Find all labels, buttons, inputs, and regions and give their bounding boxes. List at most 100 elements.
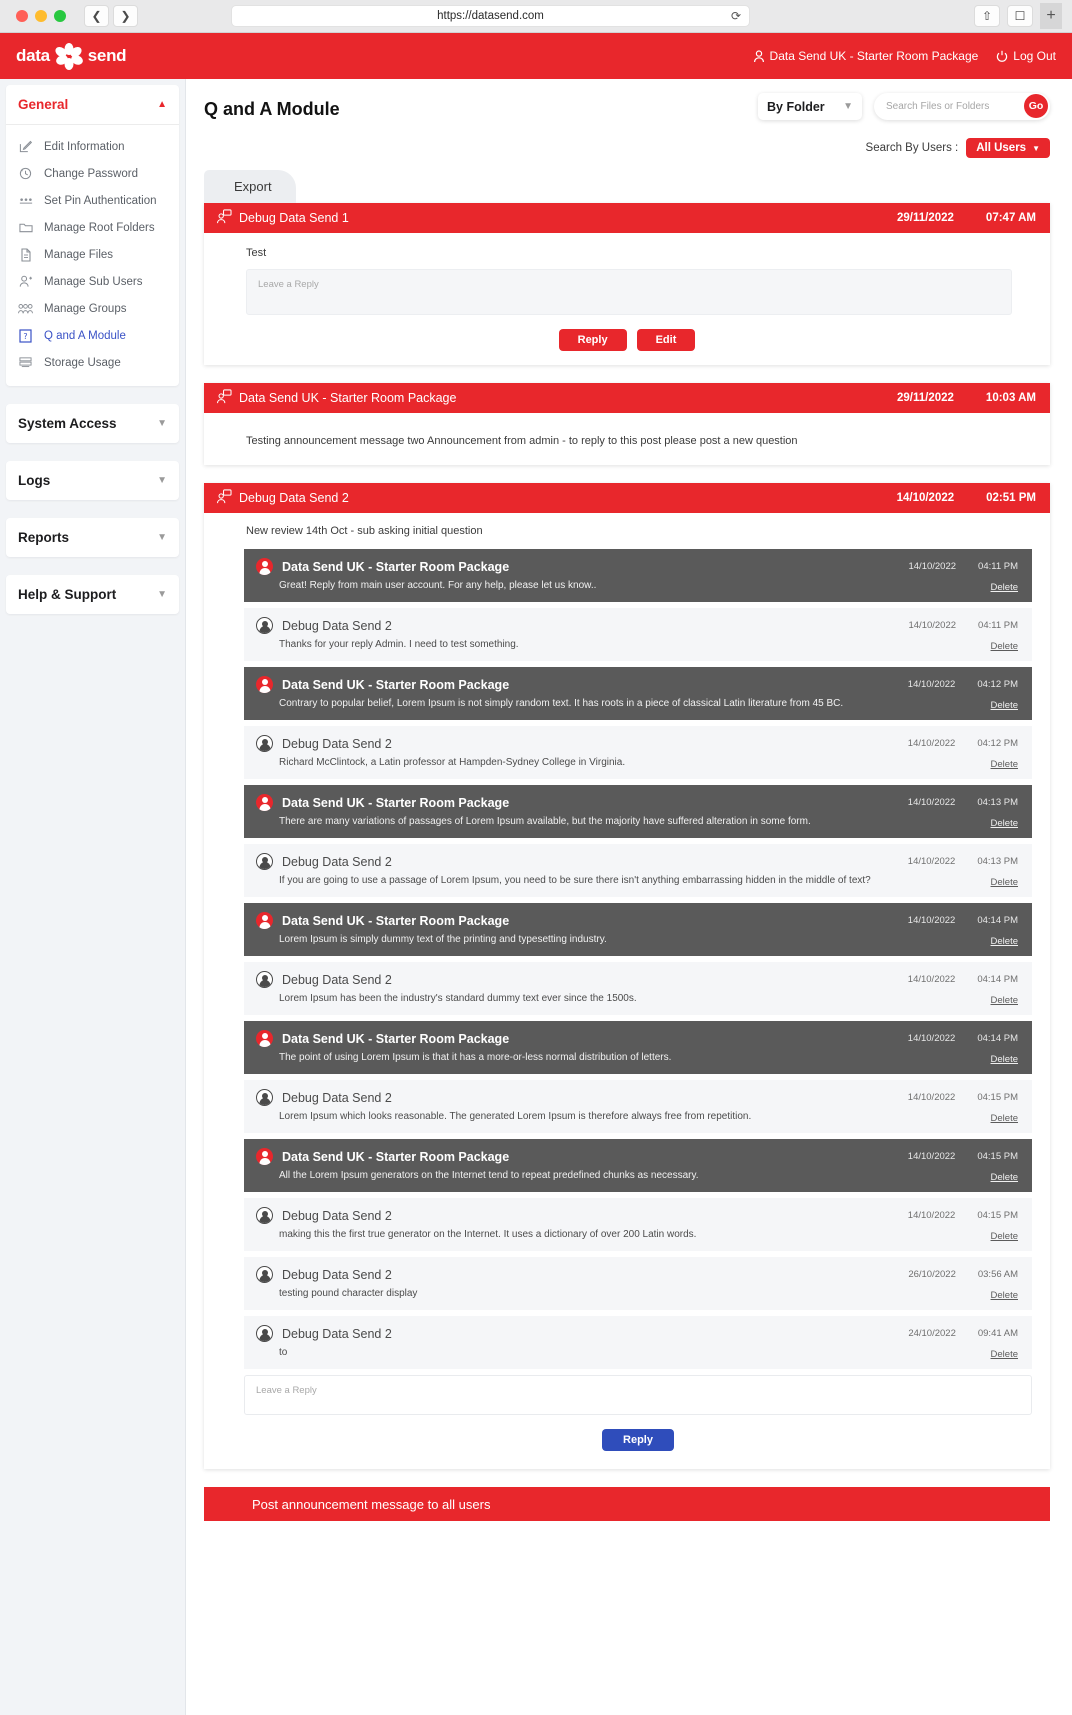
sidebar-item-q-and-a-module[interactable]: ? Q and A Module: [6, 322, 179, 349]
toolbar-controls: By Folder ▼ Search Files or Folders Go: [758, 93, 1050, 120]
sidebar-item-label: Manage Root Folders: [44, 221, 155, 234]
reply-message-admin: Data Send UK - Starter Room Package 14/10…: [244, 667, 1032, 720]
post-reply-input[interactable]: Leave a Reply: [246, 269, 1012, 315]
reply-date: 14/10/2022: [908, 561, 957, 572]
forward-button[interactable]: ❯: [113, 5, 138, 27]
tab-export[interactable]: Export: [204, 170, 296, 203]
sidebar-section-header-help-support[interactable]: Help & Support ▼: [6, 575, 179, 614]
post-announcement-bar[interactable]: Post announcement message to all users: [204, 1487, 1050, 1521]
reply-author-area: Debug Data Send 2: [256, 1266, 392, 1283]
address-bar[interactable]: https://datasend.com ⟳: [231, 5, 750, 27]
sidebar-section-header-general[interactable]: General ▲: [6, 85, 179, 125]
avatar: [256, 1089, 273, 1106]
thread-reply-input[interactable]: Leave a Reply: [244, 1375, 1032, 1415]
post-body: Test Leave a Reply Reply Edit: [204, 233, 1050, 365]
thread-reply-area: Leave a Reply Reply: [204, 1375, 1050, 1469]
edit-button[interactable]: Edit: [636, 329, 696, 351]
sidebar-section-help-support[interactable]: Help & Support ▼: [6, 575, 179, 614]
user-icon: [753, 49, 765, 63]
folder-filter-select[interactable]: By Folder ▼: [758, 93, 862, 120]
sidebar-section-logs[interactable]: Logs ▼: [6, 461, 179, 500]
all-users-label: All Users: [976, 142, 1027, 154]
delete-reply-link[interactable]: Delete: [991, 995, 1018, 1006]
sidebar-item-manage-groups[interactable]: Manage Groups: [6, 295, 179, 322]
tabs-icon[interactable]: ☐: [1007, 5, 1033, 27]
sidebar-item-manage-sub-users[interactable]: Manage Sub Users: [6, 268, 179, 295]
delete-reply-link[interactable]: Delete: [991, 1054, 1018, 1065]
reply-author: Debug Data Send 2: [282, 854, 392, 869]
reply-date: 26/10/2022: [908, 1269, 956, 1280]
reply-time: 04:11 PM: [978, 561, 1018, 572]
reply-body: Contrary to popular belief, Lorem Ipsum …: [256, 697, 1018, 711]
search-input[interactable]: Search Files or Folders Go: [874, 93, 1050, 120]
sidebar-item-change-password[interactable]: Change Password: [6, 160, 179, 187]
sidebar-item-edit-information[interactable]: Edit Information: [6, 133, 179, 160]
caret-down-icon: ▼: [1032, 143, 1040, 153]
delete-reply-link[interactable]: Delete: [991, 1231, 1018, 1242]
all-users-dropdown[interactable]: All Users ▼: [966, 138, 1050, 158]
sidebar-section-header-reports[interactable]: Reports ▼: [6, 518, 179, 557]
file-icon: [18, 247, 33, 262]
reply-text: Thanks for your reply Admin. I need to t…: [279, 639, 519, 650]
database-icon: [18, 355, 33, 370]
back-button[interactable]: ❮: [84, 5, 109, 27]
reply-button[interactable]: Reply: [558, 329, 627, 351]
avatar: [256, 794, 273, 811]
share-icon[interactable]: ⇧: [974, 5, 1000, 27]
delete-reply-link[interactable]: Delete: [991, 877, 1018, 888]
reply-author-area: Data Send UK - Starter Room Package: [256, 794, 509, 811]
reply-text: If you are going to use a passage of Lor…: [279, 875, 871, 886]
reply-header: Data Send UK - Starter Room Package 14/10…: [256, 1148, 1018, 1165]
minimize-window-button[interactable]: [35, 10, 47, 22]
sidebar-item-storage-usage[interactable]: Storage Usage: [6, 349, 179, 376]
chevron-down-icon: ▼: [843, 101, 853, 112]
account-menu[interactable]: Data Send UK - Starter Room Package: [753, 49, 979, 63]
avatar: [256, 1148, 273, 1165]
sidebar-section-system-access[interactable]: System Access ▼: [6, 404, 179, 443]
close-window-button[interactable]: [16, 10, 28, 22]
sidebar-item-manage-root-folders[interactable]: Manage Root Folders: [6, 214, 179, 241]
logout-button[interactable]: Log Out: [996, 49, 1056, 63]
sidebar-section-reports[interactable]: Reports ▼: [6, 518, 179, 557]
reply-author: Data Send UK - Starter Room Package: [282, 559, 510, 574]
reply-time: 04:15 PM: [977, 1151, 1018, 1162]
reply-message-user: Debug Data Send 2 14/10/2022 04:15 PM makin…: [244, 1198, 1032, 1251]
sidebar-section-header-logs[interactable]: Logs ▼: [6, 461, 179, 500]
reload-icon[interactable]: ⟳: [731, 9, 741, 23]
new-tab-button[interactable]: +: [1040, 3, 1062, 29]
reply-text: Richard McClintock, a Latin professor at…: [279, 757, 626, 768]
sidebar-item-label: Change Password: [44, 167, 138, 180]
reply-body: making this the first true generator on …: [256, 1228, 1018, 1242]
reply-date: 14/10/2022: [907, 856, 956, 867]
delete-reply-link[interactable]: Delete: [991, 641, 1018, 652]
browser-toolbar: ❮ ❯ https://datasend.com ⟳ ⇧ ☐ +: [0, 0, 1072, 33]
sidebar-item-manage-files[interactable]: Manage Files: [6, 241, 179, 268]
reply-author-area: Data Send UK - Starter Room Package: [256, 676, 509, 693]
sidebar-item-set-pin-authentication[interactable]: Set Pin Authentication: [6, 187, 179, 214]
account-name: Data Send UK - Starter Room Package: [769, 49, 979, 63]
avatar: [256, 971, 273, 988]
reply-text: Lorem Ipsum has been the industry's stan…: [279, 993, 637, 1004]
delete-reply-link[interactable]: Delete: [991, 818, 1018, 829]
delete-reply-link[interactable]: Delete: [991, 759, 1018, 770]
sidebar-section-header-system-access[interactable]: System Access ▼: [6, 404, 179, 443]
delete-reply-link[interactable]: Delete: [991, 582, 1018, 593]
delete-reply-link[interactable]: Delete: [991, 1290, 1018, 1301]
sidebar-item-label: Manage Sub Users: [44, 275, 143, 288]
delete-reply-link[interactable]: Delete: [991, 936, 1018, 947]
reply-author: Data Send UK - Starter Room Package: [282, 1149, 510, 1164]
logo-burst-icon: [52, 41, 86, 71]
delete-reply-link[interactable]: Delete: [991, 700, 1018, 711]
sidebar-section-label: System Access: [18, 416, 117, 431]
delete-reply-link[interactable]: Delete: [991, 1113, 1018, 1124]
search-go-button[interactable]: Go: [1024, 94, 1048, 118]
delete-reply-link[interactable]: Delete: [991, 1349, 1018, 1360]
maximize-window-button[interactable]: [54, 10, 66, 22]
post-header: Data Send UK - Starter Room Package 29/1…: [204, 383, 1050, 413]
brand-logo[interactable]: data send: [16, 41, 127, 71]
thread-reply-button[interactable]: Reply: [602, 1429, 674, 1451]
delete-reply-link[interactable]: Delete: [991, 1172, 1018, 1183]
tab-strip: Export: [204, 170, 1050, 203]
reply-author-area: Debug Data Send 2: [256, 971, 392, 988]
